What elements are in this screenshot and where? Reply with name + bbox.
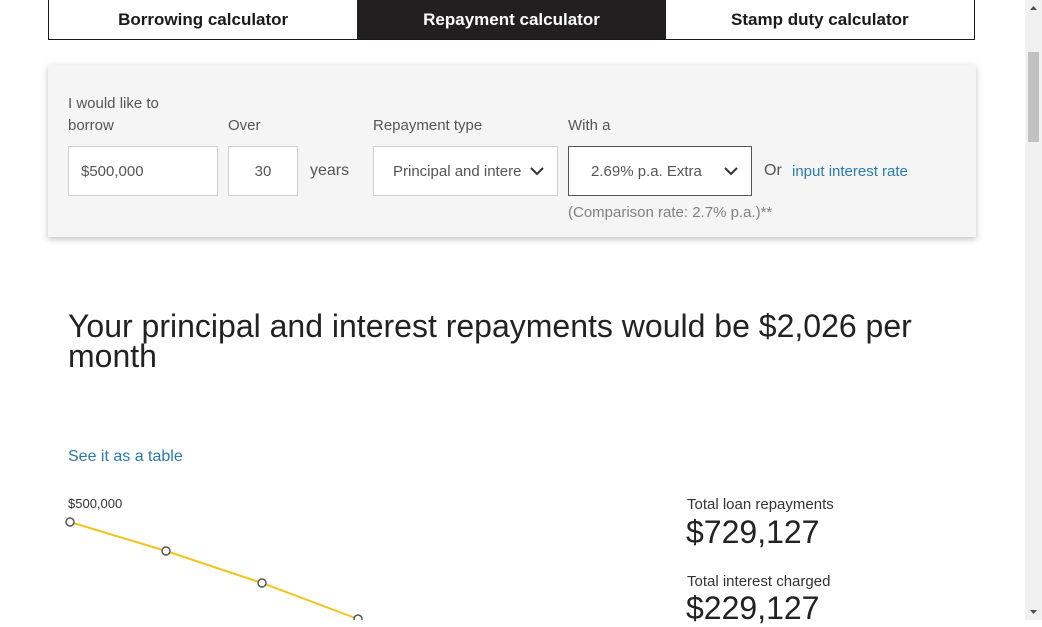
- comparison-rate-note: (Comparison rate: 2.7% p.a.)**: [568, 204, 773, 221]
- tab-stamp-duty-calculator[interactable]: Stamp duty calculator: [666, 0, 974, 39]
- see-as-table-link[interactable]: See it as a table: [68, 448, 183, 466]
- calculator-form-panel: I would like to borrow $500,000 Over 30 …: [48, 65, 976, 237]
- interest-rate-selected-value: 2.69% p.a. Extra: [591, 162, 702, 180]
- input-interest-rate-link[interactable]: input interest rate: [792, 163, 908, 180]
- tab-repayment-calculator[interactable]: Repayment calculator: [357, 0, 666, 39]
- total-interest-label: Total interest charged: [687, 573, 831, 590]
- scrollbar-thumb[interactable]: [1028, 52, 1039, 142]
- chevron-down-icon: [530, 167, 544, 176]
- chart-point: [65, 517, 75, 527]
- tab-borrowing-calculator[interactable]: Borrowing calculator: [49, 0, 357, 39]
- interest-rate-label: With a: [568, 117, 611, 134]
- chart-start-value-label: $500,000: [68, 496, 123, 511]
- scroll-down-arrow-icon[interactable]: [1025, 603, 1042, 620]
- calculator-tabs: Borrowing calculator Repayment calculato…: [48, 0, 975, 40]
- chart-point: [161, 546, 171, 556]
- loan-balance-line: [69, 521, 359, 620]
- repayment-type-selected-value: Principal and interest: [393, 162, 521, 180]
- repayment-type-select[interactable]: Principal and interest: [373, 146, 558, 196]
- total-interest-value: $229,127: [686, 590, 820, 626]
- loan-balance-chart: [65, 517, 363, 620]
- total-repayments-label: Total loan repayments: [687, 496, 834, 513]
- term-label: Over: [228, 117, 261, 134]
- vertical-scrollbar[interactable]: [1025, 0, 1042, 620]
- interest-rate-select[interactable]: 2.69% p.a. Extra: [568, 146, 752, 196]
- repayment-type-label: Repayment type: [373, 117, 483, 134]
- repayment-result-headline: Your principal and interest repayments w…: [68, 308, 912, 374]
- chart-point: [257, 578, 267, 588]
- borrow-amount-label: I would like to borrow: [68, 95, 159, 134]
- scroll-up-arrow-icon[interactable]: [1025, 0, 1042, 17]
- term-unit-label: years: [310, 162, 350, 179]
- borrow-amount-input[interactable]: $500,000: [68, 146, 218, 196]
- chevron-down-icon: [724, 167, 738, 176]
- or-text: Or: [764, 162, 782, 179]
- loan-term-input[interactable]: 30: [228, 146, 298, 196]
- total-repayments-value: $729,127: [686, 514, 820, 550]
- chart-point: [353, 614, 363, 620]
